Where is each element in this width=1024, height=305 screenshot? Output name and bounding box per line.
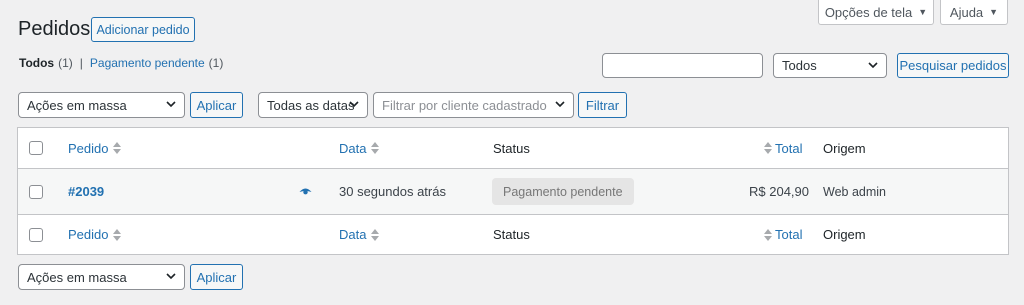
add-order-button[interactable]: Adicionar pedido (91, 17, 195, 42)
chevron-down-icon (165, 270, 177, 282)
column-origin-footer: Origem (823, 227, 866, 242)
order-number-link[interactable]: #2039 (68, 169, 104, 214)
view-pending-payment[interactable]: Pagamento pendente (90, 56, 205, 70)
sort-icon (371, 228, 380, 241)
bulk-actions-select[interactable]: Ações em massa (18, 92, 185, 118)
column-date-label: Data (339, 140, 367, 156)
caret-down-icon: ▼ (918, 7, 928, 17)
column-date-footer[interactable]: Data (339, 215, 380, 254)
customer-filter-select[interactable]: Filtrar por cliente cadastrado (373, 92, 574, 118)
sort-icon (113, 142, 122, 154)
status-cell: Pagamento pendente (492, 169, 634, 214)
caret-down-icon: ▼ (989, 7, 999, 17)
apply-button[interactable]: Aplicar (190, 92, 243, 118)
chevron-down-icon (165, 98, 177, 110)
apply-button-bottom[interactable]: Aplicar (190, 264, 243, 290)
view-all[interactable]: Todos (19, 56, 54, 70)
column-status: Status (493, 140, 530, 156)
table-row[interactable]: #2039 30 segundos atrás Pagamento penden… (18, 169, 1008, 215)
order-total: R$ 204,90 (749, 184, 809, 199)
column-order-label: Pedido (68, 227, 109, 242)
chevron-down-icon (867, 59, 879, 71)
status-badge: Pagamento pendente (492, 178, 634, 205)
customer-filter-placeholder: Filtrar por cliente cadastrado (382, 97, 547, 113)
date-filter-value: Todas as datas (267, 97, 355, 113)
screen-options-tab[interactable]: Opções de tela ▼ (818, 0, 934, 25)
column-order-label: Pedido (68, 140, 109, 156)
column-total-label: Total (775, 140, 803, 156)
views-separator: | (79, 56, 83, 70)
column-date-label: Data (339, 227, 367, 242)
view-all-count: (1) (58, 56, 73, 70)
eye-icon[interactable] (299, 169, 312, 214)
column-total-footer[interactable]: Total (764, 215, 802, 254)
sort-icon (371, 142, 380, 154)
search-input[interactable] (602, 53, 763, 78)
row-checkbox[interactable] (29, 184, 43, 199)
bulk-actions-value: Ações em massa (27, 97, 127, 113)
select-all-checkbox[interactable] (29, 141, 43, 155)
table-footer-row: Pedido Data Status Total Origem (18, 215, 1008, 254)
column-order[interactable]: Pedido (68, 128, 122, 168)
chevron-down-icon (554, 98, 566, 110)
screen-options-label: Opções de tela (824, 4, 913, 20)
status-views: Todos (1) | Pagamento pendente (1) (19, 56, 223, 70)
orders-table: Pedido Data Status Total Origem #2039 30… (17, 127, 1009, 255)
order-date: 30 segundos atrás (339, 184, 446, 199)
sort-icon (764, 142, 772, 154)
status-select[interactable]: Todos (773, 53, 887, 78)
column-order-footer[interactable]: Pedido (68, 215, 122, 254)
chevron-down-icon (348, 98, 360, 110)
bulk-actions-value: Ações em massa (27, 269, 127, 285)
page-title: Pedidos (18, 18, 91, 40)
column-date[interactable]: Data (339, 128, 380, 168)
help-tab[interactable]: Ajuda ▼ (940, 0, 1008, 25)
select-all-checkbox-footer[interactable] (29, 227, 43, 242)
filter-button[interactable]: Filtrar (578, 92, 627, 118)
column-total-label: Total (775, 227, 803, 242)
sort-icon (764, 228, 772, 241)
sort-icon (113, 228, 122, 241)
status-select-value: Todos (782, 58, 817, 73)
view-pending-count: (1) (208, 56, 224, 70)
column-total[interactable]: Total (764, 128, 802, 168)
bulk-actions-select-bottom[interactable]: Ações em massa (18, 264, 185, 290)
help-label: Ajuda (949, 4, 984, 20)
order-origin: Web admin (823, 184, 886, 199)
column-origin: Origem (823, 140, 866, 156)
table-header-row: Pedido Data Status Total Origem (18, 128, 1008, 169)
date-filter-select[interactable]: Todas as datas (258, 92, 368, 118)
search-orders-button[interactable]: Pesquisar pedidos (897, 53, 1009, 78)
column-status-footer: Status (493, 227, 530, 242)
